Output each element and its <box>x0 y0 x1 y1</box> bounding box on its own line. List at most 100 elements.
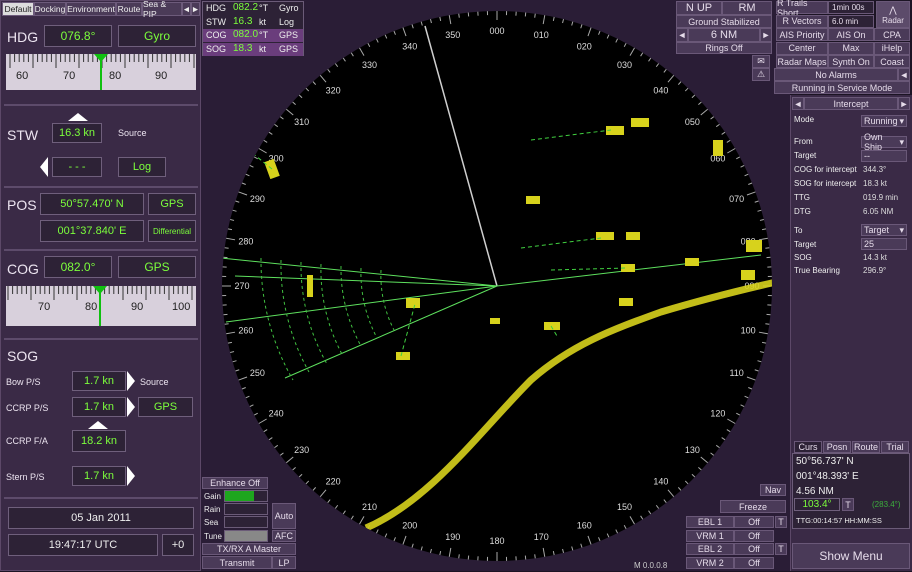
hdg-label: HDG <box>7 29 38 45</box>
alarms-display[interactable]: No Alarms <box>774 68 898 81</box>
cursor-true-button[interactable]: T <box>842 498 854 511</box>
stw-up-arrow-icon[interactable] <box>68 113 88 121</box>
mail-icon[interactable]: ✉ <box>752 55 770 68</box>
lp-button[interactable]: LP <box>272 556 296 569</box>
transmit-button[interactable]: Transmit <box>202 556 272 569</box>
ccrp-ps-arrow-icon[interactable] <box>127 397 135 417</box>
range-down-button[interactable]: ◄ <box>676 28 688 42</box>
gain-slider[interactable] <box>224 490 268 502</box>
radar-ctrl-4-2[interactable]: Coast <box>874 55 910 68</box>
sog-source-button[interactable]: GPS <box>138 397 193 417</box>
tab-docking[interactable]: Docking <box>34 2 66 16</box>
ebl-2-value[interactable]: Off <box>734 543 774 555</box>
vrm-2-value[interactable]: Off <box>734 557 774 569</box>
radar-ctrl-4-0[interactable]: Radar Maps <box>776 55 828 68</box>
radar-ctrl-2-0[interactable]: AIS Priority <box>776 28 828 41</box>
cursor-tab-route[interactable]: Route <box>852 441 880 453</box>
relative-motion-button[interactable]: RM <box>722 1 772 15</box>
radar-ctrl-0-0[interactable]: R Trails Short <box>776 1 828 14</box>
intercept-cog-value: 344.3° <box>863 163 886 176</box>
divider <box>4 249 198 251</box>
pos-lon-source[interactable]: Differential <box>148 220 196 242</box>
radar-tab[interactable]: ⋀ Radar <box>876 1 910 28</box>
cog-source-button[interactable]: GPS <box>118 256 196 278</box>
hdg-tick-90: 90 <box>155 70 167 82</box>
radar-ctrl-0-1[interactable]: 1min 00s <box>828 1 874 14</box>
stern-arrow-icon[interactable] <box>127 466 135 486</box>
nav-row-unit: kt <box>259 17 266 27</box>
bearing-label: 010 <box>534 30 549 40</box>
ebl-1-value[interactable]: Off <box>734 516 774 528</box>
stw-value: 16.3 kn <box>52 123 102 143</box>
ebl-true-button[interactable]: T <box>775 516 787 528</box>
rain-label: Rain <box>204 503 220 516</box>
radar-scope[interactable]: 0000100200300400500600700800901001101201… <box>201 0 790 571</box>
pos-label: POS <box>7 197 37 213</box>
enhance-button[interactable]: Enhance Off <box>202 477 268 489</box>
show-menu-button[interactable]: Show Menu <box>792 543 910 569</box>
vrm-1-value[interactable]: Off <box>734 530 774 542</box>
stw-dashes: - - - <box>52 157 102 177</box>
radar-ctrl-3-1[interactable]: Max <box>828 42 874 55</box>
tab-scroll-left-icon[interactable]: ◄ <box>182 2 191 16</box>
nav-button[interactable]: Nav <box>760 484 786 496</box>
nav-row-unit: °T <box>259 30 268 40</box>
time-display: 19:47:17 UTC <box>8 534 158 556</box>
tune-slider[interactable] <box>224 530 268 542</box>
radar-ctrl-1-0[interactable]: R Vectors <box>776 15 828 28</box>
txrx-button[interactable]: TX/RX A Master <box>202 543 296 555</box>
bow-arrow-icon[interactable] <box>127 371 135 391</box>
mode-dropdown[interactable]: Running▾ <box>861 115 907 127</box>
nav-row-source: Log <box>279 17 294 27</box>
tab-default[interactable]: Default <box>2 2 34 16</box>
radar-ctrl-4-1[interactable]: Synth On <box>828 55 874 68</box>
tab-route[interactable]: Route <box>116 2 142 16</box>
intercept-prev-icon[interactable]: ◄ <box>792 97 804 110</box>
afc-button[interactable]: AFC <box>272 530 296 542</box>
cursor-relative: (283.4°) <box>872 498 901 511</box>
nav-row-source: GPS <box>279 30 298 40</box>
tab-sea-pip[interactable]: Sea & PIP <box>142 2 182 16</box>
warning-icon[interactable]: ⚠ <box>752 68 770 81</box>
range-up-button[interactable]: ► <box>760 28 772 42</box>
rain-slider[interactable] <box>224 503 268 515</box>
bearing-label: 040 <box>653 86 668 96</box>
hdg-source-button[interactable]: Gyro <box>118 25 196 47</box>
timezone-button[interactable]: +0 <box>162 534 194 556</box>
cog-tick-70: 70 <box>38 301 50 313</box>
auto-button[interactable]: Auto <box>272 503 296 529</box>
pos-lat-source[interactable]: GPS <box>148 193 196 215</box>
cursor-brg: 103.4° <box>794 498 840 511</box>
divider <box>4 497 198 499</box>
tab-environment[interactable]: Environment <box>66 2 116 16</box>
intercept-next-icon[interactable]: ► <box>898 97 910 110</box>
radar-ctrl-2-1[interactable]: AIS On <box>828 28 874 41</box>
sea-slider[interactable] <box>224 516 268 528</box>
cursor-tab-curs[interactable]: Curs <box>794 441 822 453</box>
bearing-tick <box>459 14 460 18</box>
radar-ctrl-3-0[interactable]: Center <box>776 42 828 55</box>
stw-source-button[interactable]: Log <box>118 157 166 177</box>
radar-ctrl-2-2[interactable]: CPA <box>874 28 910 41</box>
bearing-tick <box>765 324 769 325</box>
radar-ctrl-1-1[interactable]: 6.0 min <box>828 15 874 28</box>
to-dropdown[interactable]: Target▾ <box>861 224 907 236</box>
hdg-value: 076.8° <box>44 25 112 47</box>
freeze-button[interactable]: Freeze <box>720 500 786 513</box>
nav-row-key: STW <box>206 17 226 27</box>
ccrp-fa-up-arrow-icon[interactable] <box>88 421 108 429</box>
rings-button[interactable]: Rings Off <box>676 42 772 54</box>
cursor-tab-posn[interactable]: Posn <box>823 441 851 453</box>
from-dropdown[interactable]: Own Ship▾ <box>861 136 907 148</box>
alarms-arrow-icon[interactable]: ◄ <box>898 68 910 81</box>
ebl-true-button[interactable]: T <box>775 543 787 555</box>
north-up-button[interactable]: N UP <box>676 1 722 15</box>
tab-scroll-right-icon[interactable]: ► <box>191 2 200 16</box>
radar-ctrl-3-2[interactable]: iHelp <box>874 42 910 55</box>
cursor-tab-trial[interactable]: Trial <box>881 441 909 453</box>
stw-source-label: Source <box>118 128 147 138</box>
stw-left-arrow-icon[interactable] <box>40 157 48 177</box>
stabilization-button[interactable]: Ground Stabilized <box>676 15 772 28</box>
target2-value[interactable]: 25 <box>861 238 907 250</box>
divider <box>4 338 198 340</box>
